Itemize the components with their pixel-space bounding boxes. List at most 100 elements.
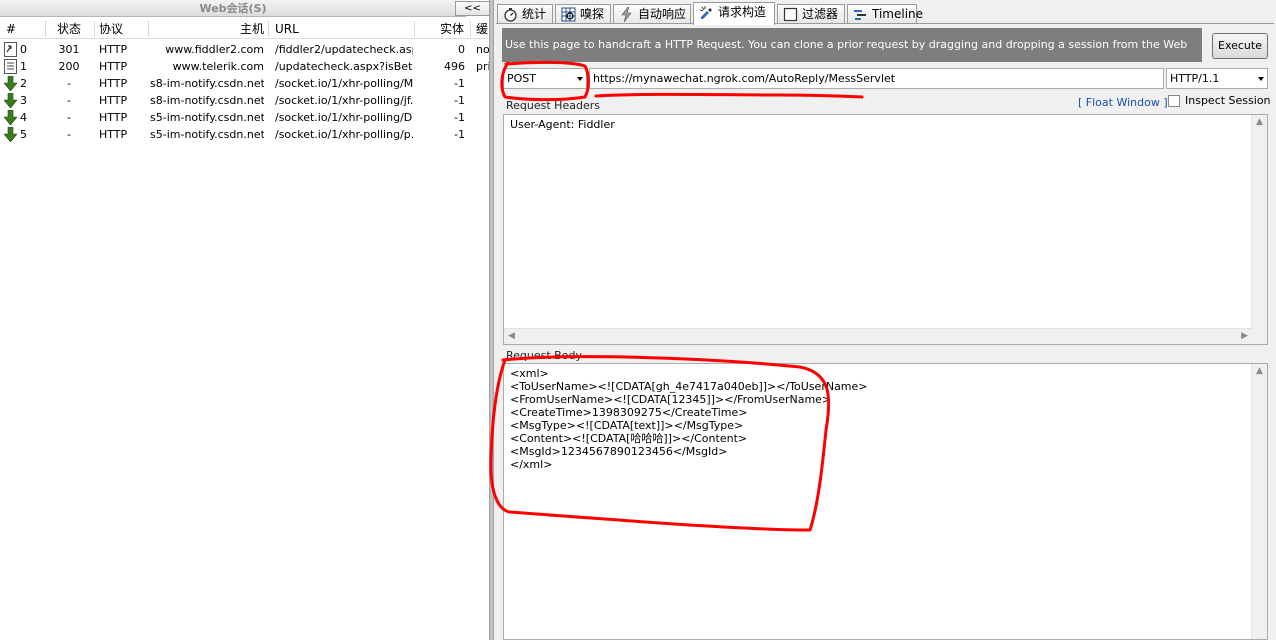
- tab-label: 嗅探: [580, 7, 605, 21]
- download-arrow-icon: [3, 126, 18, 143]
- column-header-host[interactable]: 主机: [240, 19, 264, 39]
- session-body-size: -1: [454, 77, 465, 90]
- request-headers-text: User-Agent: Fiddler: [510, 118, 615, 131]
- headers-horizontal-scrollbar[interactable]: ◀ ▶: [504, 328, 1252, 344]
- body-vertical-scrollbar[interactable]: ▲: [1251, 364, 1267, 639]
- tab-timeline[interactable]: Timeline: [847, 4, 923, 24]
- session-row[interactable]: 5 - HTTP s5-im-notify.csdn.net/socket.io/1/…: [0, 126, 489, 143]
- tab-filters[interactable]: 过滤器: [777, 4, 845, 24]
- session-status: -: [67, 94, 71, 107]
- inspect-grid-icon: [561, 7, 576, 22]
- inspect-session-label[interactable]: Inspect Session: [1185, 94, 1271, 107]
- session-row[interactable]: 1 200 HTTP www.telerik.com/updatecheck.aspx…: [0, 58, 489, 75]
- scroll-right-icon[interactable]: ▶: [1241, 331, 1248, 341]
- session-status: 200: [58, 60, 80, 73]
- session-host: s5-im-notify.csdn.net: [150, 111, 264, 124]
- session-url: /socket.io/1/xhr-polling/jf...: [275, 94, 413, 107]
- request-body-textarea[interactable]: <xml> <ToUserName><![CDATA[gh_4e7417a040e…: [503, 363, 1268, 640]
- headers-vertical-scrollbar[interactable]: ▲: [1251, 115, 1267, 344]
- session-row[interactable]: 0 301 HTTP www.fiddler2.com/fiddler2/update…: [0, 41, 489, 58]
- session-row[interactable]: 4 - HTTP s5-im-notify.csdn.net/socket.io/1/…: [0, 109, 489, 126]
- tab-strip: 统计 嗅探 自动响应 请求构造 过滤器 Timeline: [494, 2, 1276, 25]
- http-method-value: POST: [507, 72, 536, 85]
- lightning-icon: [621, 7, 632, 22]
- request-body-line: <CreateTime>1398309275</CreateTime>: [510, 406, 748, 419]
- execute-button[interactable]: Execute: [1212, 33, 1268, 59]
- session-protocol: HTTP: [99, 43, 128, 56]
- column-header-status[interactable]: 状态: [57, 19, 81, 39]
- composer-icon: [699, 6, 712, 19]
- column-header-caching[interactable]: 缓: [476, 19, 488, 39]
- request-body-line: <FromUserName><![CDATA[12345]]></FromUse…: [510, 393, 832, 406]
- session-protocol: HTTP: [99, 128, 128, 141]
- session-body-size: -1: [454, 128, 465, 141]
- session-row[interactable]: 2 - HTTP s8-im-notify.csdn.net/socket.io/1/…: [0, 75, 489, 92]
- request-body-line: <xml>: [510, 367, 549, 380]
- web-sessions-pane: Web会话(S) << # 状态 协议 主机 URL 实体 缓 0 301 HTTP…: [0, 0, 490, 640]
- tab-autoresponder[interactable]: 自动响应: [613, 4, 691, 24]
- scroll-up-icon[interactable]: ▲: [1256, 366, 1263, 376]
- document-icon: [4, 59, 17, 74]
- redirect-icon: [4, 42, 17, 57]
- checkbox-icon: [783, 7, 798, 22]
- session-protocol: HTTP: [99, 111, 128, 124]
- request-body-text: <xml> <ToUserName><![CDATA[gh_4e7417a040e…: [510, 367, 868, 471]
- request-body-label: Request Body: [506, 349, 582, 362]
- session-host: www.telerik.com: [172, 60, 264, 73]
- download-arrow-icon: [3, 92, 18, 109]
- session-body-size: 0: [458, 43, 465, 56]
- column-header-number[interactable]: #: [6, 19, 16, 39]
- session-status: -: [67, 77, 71, 90]
- column-header-url[interactable]: URL: [275, 19, 299, 39]
- request-body-line: <Content><![CDATA[哈哈哈]]></Content>: [510, 432, 748, 445]
- inspect-session-checkbox[interactable]: [1168, 95, 1180, 107]
- request-headers-label: Request Headers: [506, 99, 600, 112]
- session-body-size: -1: [454, 111, 465, 124]
- session-number: 4: [20, 111, 27, 124]
- session-host: s5-im-notify.csdn.net: [150, 128, 264, 141]
- tab-label: Timeline: [872, 7, 924, 21]
- tab-inspectors[interactable]: 嗅探: [555, 4, 611, 24]
- request-body-line: </xml>: [510, 458, 553, 471]
- session-row[interactable]: 3 - HTTP s8-im-notify.csdn.net/socket.io/1/…: [0, 92, 489, 109]
- timeline-icon: [854, 10, 866, 20]
- http-version-select[interactable]: HTTP/1.1: [1166, 68, 1268, 89]
- float-window-link[interactable]: [ Float Window ]: [1078, 96, 1168, 109]
- request-body-line: <ToUserName><![CDATA[gh_4e7417a040eb]]><…: [510, 380, 868, 393]
- session-body-size: 496: [444, 60, 465, 73]
- request-body-line: <MsgId>1234567890123456</MsgId>: [510, 445, 728, 458]
- http-method-select[interactable]: POST: [503, 68, 587, 89]
- request-url-input[interactable]: https://mynawechat.ngrok.com/AutoReply/M…: [589, 68, 1164, 89]
- column-header-protocol[interactable]: 协议: [99, 19, 123, 39]
- download-arrow-icon: [3, 75, 18, 92]
- tab-statistics[interactable]: 统计: [497, 4, 553, 24]
- http-version-value: HTTP/1.1: [1170, 72, 1220, 85]
- tab-label: 过滤器: [802, 7, 839, 21]
- session-url: /socket.io/1/xhr-polling/p...: [275, 128, 413, 141]
- dropdown-arrow-icon: [1258, 77, 1264, 81]
- session-caching: no: [476, 43, 489, 56]
- session-url: /fiddler2/updatecheck.asp...: [275, 43, 413, 56]
- scroll-left-icon[interactable]: ◀: [508, 331, 515, 341]
- session-body-size: -1: [454, 94, 465, 107]
- session-number: 1: [20, 60, 27, 73]
- request-headers-textarea[interactable]: User-Agent: Fiddler ▲ ◀ ▶: [503, 114, 1268, 345]
- session-protocol: HTTP: [99, 94, 128, 107]
- session-url: /socket.io/1/xhr-polling/M...: [275, 77, 413, 90]
- session-number: 0: [20, 43, 27, 56]
- tab-label: 请求构造: [718, 5, 767, 19]
- session-host: s8-im-notify.csdn.net: [150, 77, 264, 90]
- tab-label: 统计: [522, 7, 547, 21]
- request-body-line: <MsgType><![CDATA[text]]></MsgType>: [510, 419, 744, 432]
- session-status: -: [67, 128, 71, 141]
- tab-composer[interactable]: 请求构造: [693, 2, 775, 25]
- session-status: -: [67, 111, 71, 124]
- session-url: /updatecheck.aspx?isBeta...: [275, 60, 413, 73]
- session-number: 3: [20, 94, 27, 107]
- column-header-body[interactable]: 实体: [440, 19, 464, 39]
- download-arrow-icon: [3, 109, 18, 126]
- tab-label: 自动响应: [638, 7, 687, 21]
- composer-info-bar: Use this page to handcraft a HTTP Reques…: [502, 28, 1202, 85]
- scroll-up-icon[interactable]: ▲: [1256, 117, 1263, 127]
- collapse-sessions-button[interactable]: <<: [455, 1, 490, 16]
